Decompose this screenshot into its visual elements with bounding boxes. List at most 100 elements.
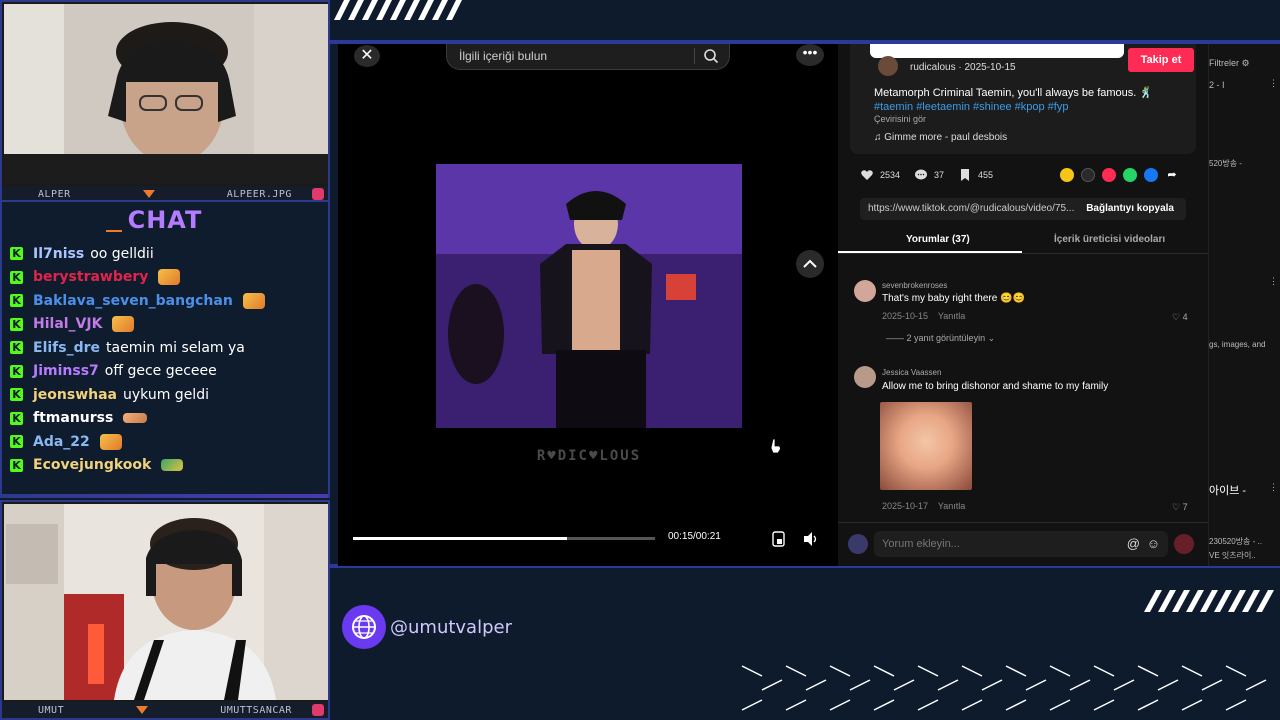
save-stat[interactable]: 455 [958, 168, 993, 182]
instagram-icon [312, 188, 324, 200]
search-icon[interactable] [703, 48, 719, 64]
chat-emote-icon [99, 433, 122, 450]
webcam-top-label-bar: ALPER ALPEER.JPG [2, 186, 328, 200]
emoji-icon[interactable]: ☺ [1147, 531, 1160, 557]
comment-meta: 2025-10-15 Yanıtla [882, 311, 965, 321]
share-arrow-icon[interactable]: ➦ [1165, 168, 1179, 182]
search-divider [694, 48, 695, 64]
facebook-icon[interactable] [1144, 168, 1158, 182]
comment-input[interactable]: Yorum ekleyin... @ ☺ [874, 531, 1168, 557]
webcam-bottom-left-label: UMUT [38, 704, 65, 716]
view-replies-button[interactable]: —— 2 yanıt görüntüleyin ⌄ [886, 333, 995, 344]
side-text: 아이브 - [1209, 485, 1247, 497]
chat-username[interactable]: berystrawbery [33, 269, 148, 285]
music-track[interactable]: ♫ Gimme more - paul desbois [874, 132, 1007, 143]
chat-message: Kjeonswhaa uykum geldi [10, 383, 322, 407]
chat-username[interactable]: Baklava_seven_bangchan [33, 293, 233, 309]
chat-username[interactable]: Hilal_VJK [33, 316, 102, 332]
comment-sticker-image[interactable] [880, 402, 972, 490]
comments-tabs: Yorumlar (37) İçerik üreticisi videoları [838, 230, 1208, 254]
instagram-icon [312, 704, 324, 716]
commenter-avatar[interactable] [854, 280, 876, 302]
embed-code-icon[interactable] [1081, 168, 1095, 182]
filters-button[interactable]: Filtreler ⚙ [1209, 58, 1250, 69]
commenter-name[interactable]: sevenbrokenroses [882, 281, 947, 290]
kebab-menu-icon[interactable]: ⋮ [1269, 78, 1278, 89]
translate-link[interactable]: Çevirisini gör [874, 114, 926, 124]
chat-username[interactable]: Ecovejungkook [33, 457, 151, 473]
chat-message: K Il7niss oo gelldii [10, 242, 322, 266]
comment-like[interactable]: ♡ 7 [1172, 502, 1188, 513]
tab-creator-videos[interactable]: İçerik üreticisi videoları [1054, 234, 1165, 245]
copy-link-button[interactable]: Bağlantıyı kopyala [1086, 198, 1174, 220]
side-text: VE 잇츠라이.. [1209, 551, 1256, 560]
share-coin-icon[interactable] [1060, 168, 1074, 182]
webcam-top-left-label: ALPER [38, 188, 71, 200]
comment-input-placeholder: Yorum ekleyin... [882, 538, 960, 550]
chat-message: K Ada_22 [10, 430, 322, 454]
caption-hashtags[interactable]: #taemin #leetaemin #shinee #kpop #fyp [874, 101, 1068, 113]
send-comment-button[interactable] [1174, 534, 1194, 554]
commenter-name[interactable]: Jessica Vaassen [882, 368, 941, 377]
chat-username[interactable]: ftmanurss [33, 410, 113, 426]
chat-title: CHAT [127, 206, 203, 234]
kick-badge-icon: K [10, 435, 23, 449]
chat-username[interactable]: Il7niss [33, 246, 84, 262]
post-link[interactable]: https://www.tiktok.com/@rudicalous/video… [868, 203, 1074, 214]
video-frame[interactable] [436, 164, 742, 428]
search-input[interactable]: İlgili içeriği bulun [446, 44, 730, 70]
share-row: ➦ [1060, 168, 1186, 182]
kick-badge-icon: K [10, 270, 23, 284]
chat-username[interactable]: jeonswhaa [33, 387, 117, 403]
whatsapp-icon[interactable] [1123, 168, 1137, 182]
chevron-up-icon [803, 259, 817, 268]
previous-video-button[interactable] [796, 250, 824, 278]
comment-date: 2025-10-17 [882, 501, 929, 511]
streamer-handle: @umutvalper [390, 617, 512, 638]
post-author[interactable]: rudicalous · 2025-10-15 [910, 62, 1016, 73]
commenter-avatar[interactable] [854, 366, 876, 388]
tab-comments[interactable]: Yorumlar (37) [906, 234, 970, 245]
mention-icon[interactable]: @ [1127, 531, 1140, 557]
comment-stat[interactable]: 37 [914, 168, 944, 182]
view-replies-label: 2 yanıt görüntüleyin ⌄ [906, 333, 996, 343]
webcam-top-feed [4, 4, 328, 184]
triangle-marker-icon [136, 706, 149, 714]
reply-button[interactable]: Yanıtla [938, 501, 965, 511]
more-options-button[interactable]: ••• [796, 44, 824, 66]
chat-emote-icon [123, 413, 148, 424]
kebab-menu-icon[interactable]: ⋮ [1269, 276, 1278, 287]
webcam-top: ALPER ALPEER.JPG [0, 0, 330, 202]
chat-emote-icon [158, 269, 181, 286]
reply-button[interactable]: Yanıtla [938, 311, 965, 321]
chat-message: K Ecovejungkook [10, 454, 322, 478]
close-button[interactable]: ✕ [354, 45, 380, 67]
video-progress-bar[interactable] [353, 537, 655, 540]
chat-message-list: K Il7niss oo gelldii Kberystrawbery K Baklava… [10, 242, 322, 477]
like-stat[interactable]: 2534 [860, 168, 900, 182]
chat-emote-icon [161, 459, 184, 472]
video-watermark: R♥DIC♥LOUS [536, 448, 642, 464]
author-avatar[interactable] [878, 56, 898, 76]
kick-badge-icon: K [10, 317, 23, 331]
chat-username[interactable]: Ada_22 [33, 434, 90, 450]
chat-username[interactable]: Elifs_dre [33, 340, 100, 356]
side-text: 2 - I [1209, 80, 1225, 90]
chat-message-text: off gece geceee [104, 363, 217, 380]
chat-panel: CHAT K Il7niss oo gelldii Kberystrawbery K Ba… [0, 202, 330, 498]
share-tiktok-icon[interactable] [1102, 168, 1116, 182]
bookmark-icon [961, 169, 970, 181]
picture-in-picture-icon[interactable] [770, 530, 788, 548]
comment-meta: 2025-10-17 Yanıtla [882, 501, 965, 511]
kebab-menu-icon[interactable]: ⋮ [1269, 482, 1278, 493]
bottom-right-stripes-decoration [1144, 590, 1274, 612]
chat-username[interactable]: Jiminss7 [33, 363, 99, 379]
video-time: 00:15/00:21 [668, 531, 721, 542]
follow-button[interactable]: Takip et [1128, 48, 1194, 72]
shared-screen: ✕ İlgili içeriği bulun ••• R♥DIC♥LOUS 00… [338, 44, 1280, 566]
volume-icon[interactable] [802, 530, 820, 548]
chat-message: K Hilal_VJK [10, 313, 322, 337]
comment-text: That's my baby right there 😊😊 [882, 293, 1025, 304]
webcam-bottom-feed [4, 504, 328, 700]
comment-like[interactable]: ♡ 4 [1172, 312, 1188, 323]
